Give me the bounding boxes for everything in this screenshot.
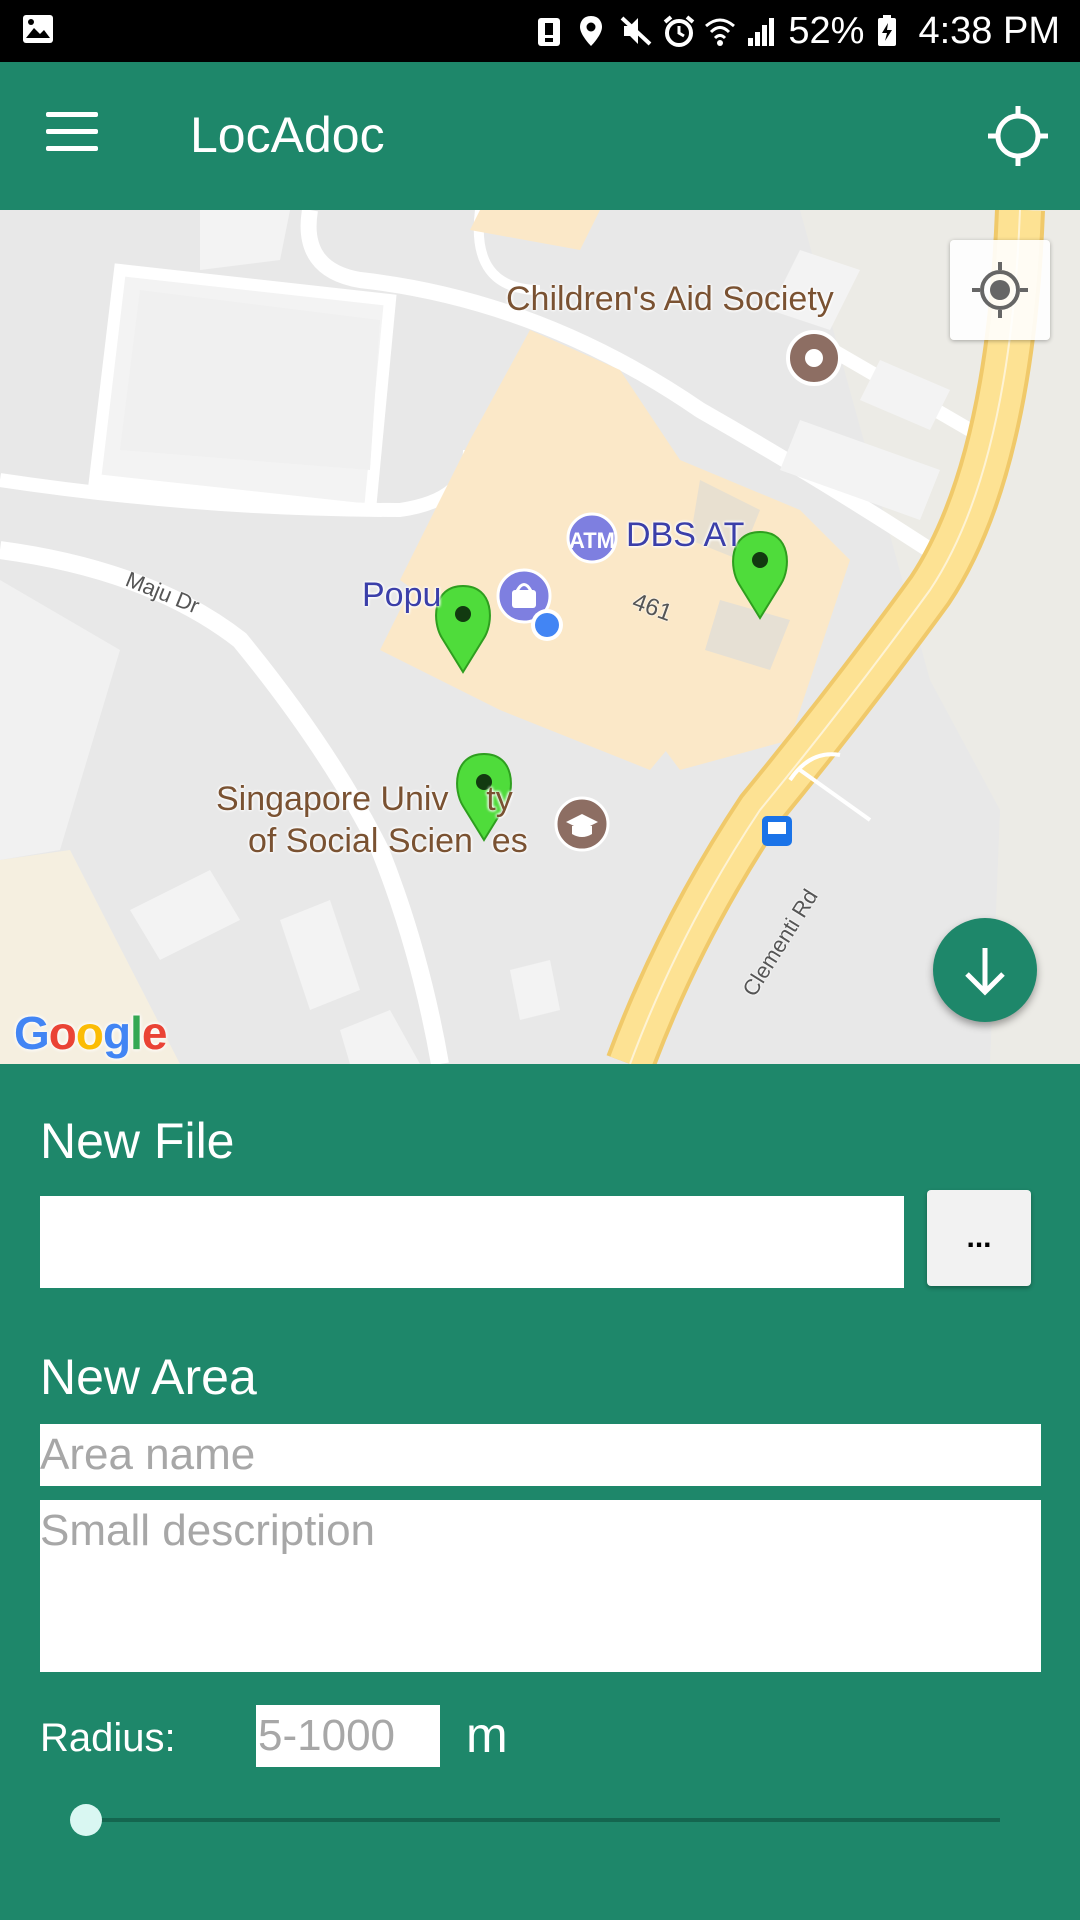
crosshair-icon[interactable] (986, 104, 1050, 168)
svg-text:ATM: ATM (569, 528, 615, 553)
my-location-icon (972, 262, 1028, 318)
location-icon (578, 14, 608, 48)
my-location-button[interactable] (950, 240, 1050, 340)
battery-percent: 52% (788, 9, 865, 52)
google-logo: Google (14, 1007, 167, 1059)
map-view[interactable]: ATM Children's Aid Society DBS AT Popu S… (0, 210, 1080, 1064)
signal-icon (746, 14, 776, 48)
hamburger-icon[interactable] (46, 112, 98, 152)
browse-file-button[interactable]: ... (927, 1190, 1031, 1286)
app-title: LocAdoc (190, 107, 385, 163)
file-path-input[interactable] (40, 1196, 904, 1288)
new-area-heading: New Area (40, 1349, 257, 1405)
map-label-popular: Popu (362, 576, 442, 614)
radius-unit: m (466, 1707, 508, 1763)
battery-icon (876, 14, 906, 48)
map-background: ATM (0, 210, 1080, 1064)
status-bar: 52% 4:38 PM (0, 0, 1080, 62)
map-label-childrens-aid: Children's Aid Society (506, 280, 834, 318)
radius-slider-thumb[interactable] (70, 1804, 102, 1836)
new-file-heading: New File (40, 1113, 235, 1169)
alert-icon (536, 14, 566, 48)
arrow-down-icon (965, 948, 1005, 996)
image-icon (22, 14, 54, 49)
radius-slider-track[interactable] (86, 1818, 1000, 1822)
app-bar: LocAdoc (0, 62, 1080, 210)
map-label-dbs-atm: DBS AT (626, 516, 745, 554)
area-description-input[interactable] (40, 1500, 1041, 1672)
map-label-suss-line1: Singapore Univ ty (216, 780, 513, 818)
map-label-suss-line2: of Social Scien es (248, 822, 528, 860)
wifi-icon (704, 14, 736, 48)
mute-icon (620, 14, 652, 48)
alarm-icon (662, 14, 695, 48)
radius-label: Radius: (40, 1716, 176, 1760)
area-name-input[interactable] (40, 1424, 1041, 1486)
clock: 4:38 PM (918, 9, 1060, 52)
scroll-down-button[interactable] (933, 918, 1037, 1022)
radius-input[interactable] (256, 1705, 440, 1767)
